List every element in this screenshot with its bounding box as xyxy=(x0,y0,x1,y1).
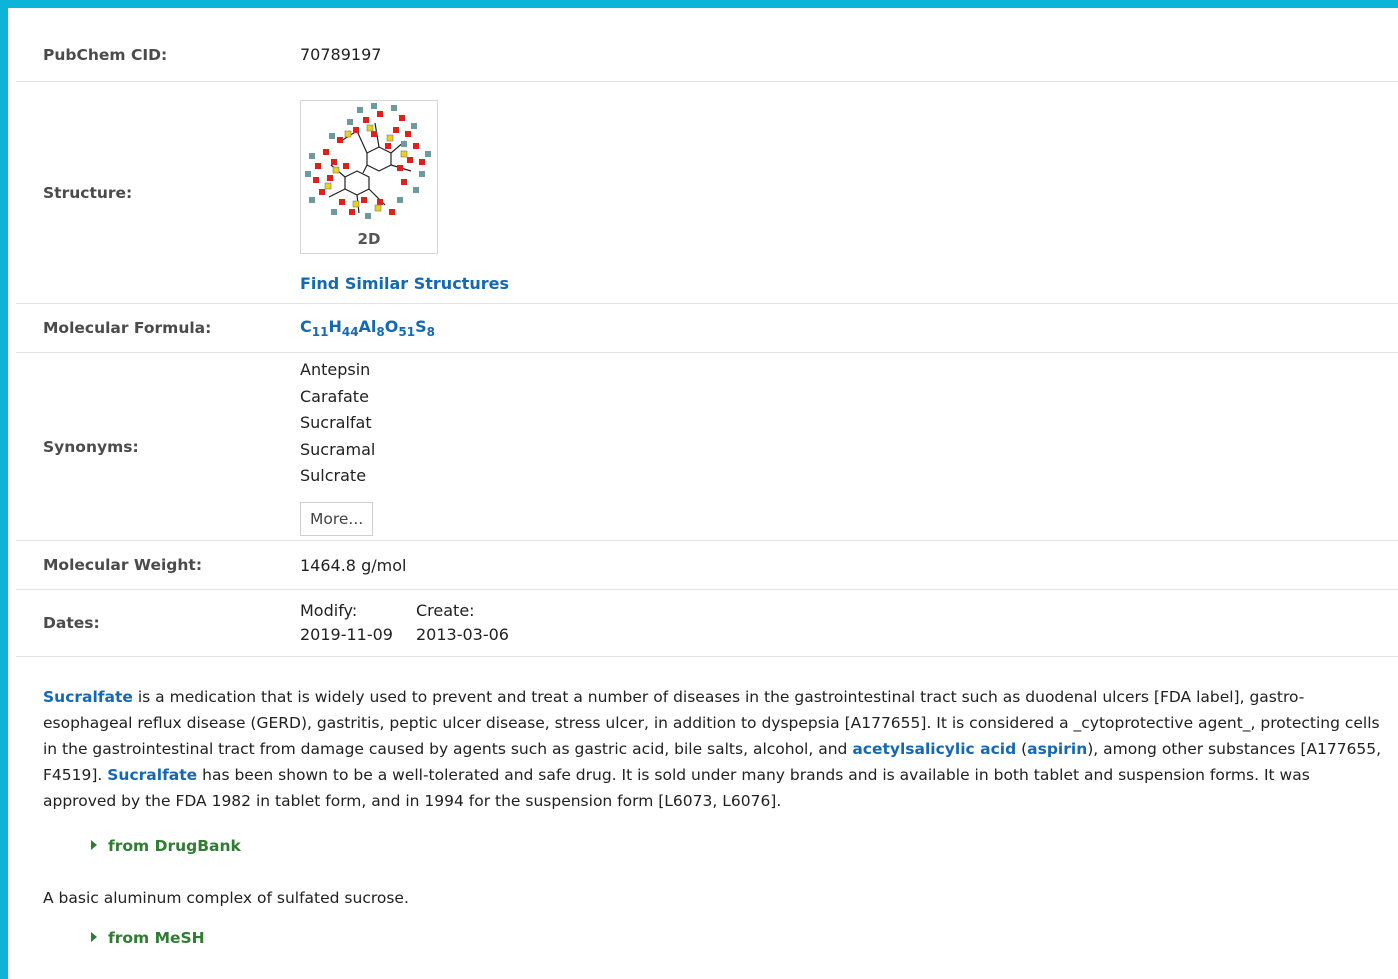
synonyms-label: Synonyms: xyxy=(43,437,139,456)
sucralfate-link-2[interactable]: Sucralfate xyxy=(107,766,197,784)
formula-element: S xyxy=(415,317,427,336)
cid-label: PubChem CID: xyxy=(43,45,168,64)
caret-right-icon xyxy=(91,840,97,850)
sucralfate-link[interactable]: Sucralfate xyxy=(43,688,133,706)
row-molecular-weight: Molecular Weight: 1464.8 g/mol xyxy=(16,541,1398,590)
formula-element: Al xyxy=(358,317,377,336)
description-text: has been shown to be a well-tolerated an… xyxy=(43,766,1310,810)
structure-thumbnail[interactable]: 2D xyxy=(300,100,438,254)
row-synonyms: Synonyms: Antepsin Carafate Sucralfat Su… xyxy=(16,353,1398,541)
formula-label: Molecular Formula: xyxy=(43,319,212,337)
molecular-formula-link[interactable]: C11H44Al8O51S8 xyxy=(300,317,435,339)
cid-value: 70789197 xyxy=(300,45,382,64)
create-label: Create: xyxy=(416,601,475,620)
dates-label: Dates: xyxy=(43,614,100,632)
mw-label: Molecular Weight: xyxy=(43,556,203,574)
dates-grid: Modify: Create: 2019-11-09 2013-03-06 xyxy=(300,600,1398,646)
description-text: ( xyxy=(1016,740,1028,758)
row-pubchem-cid: PubChem CID: 70789197 xyxy=(16,28,1398,82)
find-similar-structures-link[interactable]: Find Similar Structures xyxy=(300,274,509,293)
aspirin-link[interactable]: aspirin xyxy=(1027,740,1087,758)
structure-cell: 2D Find Similar Structures xyxy=(300,92,1398,293)
synonyms-list: Antepsin Carafate Sucralfat Sucramal Sul… xyxy=(300,357,1398,490)
summary-table: PubChem CID: 70789197 Structure: 2D Find… xyxy=(16,28,1398,657)
formula-subscript: 8 xyxy=(426,325,435,339)
dates-cell: Modify: Create: 2019-11-09 2013-03-06 xyxy=(300,600,1398,646)
create-date: 2013-03-06 xyxy=(416,625,509,644)
formula-element: H xyxy=(328,317,342,336)
drugbank-description: Sucralfate is a medication that is widel… xyxy=(43,684,1383,814)
formula-subscript: 44 xyxy=(341,325,359,339)
synonym-item: Sucramal xyxy=(300,439,376,459)
formula-cell: C11H44Al8O51S8 xyxy=(300,317,1398,339)
row-structure: Structure: 2D Find Similar Structures xyxy=(16,82,1398,304)
source-drugbank-toggle[interactable]: from DrugBank xyxy=(91,837,241,855)
formula-element: O xyxy=(384,317,399,336)
mesh-description: A basic aluminum complex of sulfated suc… xyxy=(43,889,409,907)
formula-subscript: 8 xyxy=(376,325,385,339)
modify-label: Modify: xyxy=(300,601,358,620)
structure-2d-caption: 2D xyxy=(357,230,381,248)
more-synonyms-button[interactable]: More... xyxy=(300,501,374,536)
caret-right-icon xyxy=(91,932,97,942)
synonym-item: Carafate xyxy=(300,386,369,406)
formula-subscript: 51 xyxy=(398,325,416,339)
source-label: from MeSH xyxy=(108,929,205,947)
row-molecular-formula: Molecular Formula: C11H44Al8O51S8 xyxy=(16,304,1398,353)
source-mesh-toggle[interactable]: from MeSH xyxy=(91,929,205,947)
acetylsalicylic-acid-link[interactable]: acetylsalicylic acid xyxy=(852,740,1016,758)
formula-element: C xyxy=(300,317,312,336)
synonym-item: Sucralfat xyxy=(300,413,372,433)
compound-summary-panel: PubChem CID: 70789197 Structure: 2D Find… xyxy=(0,0,1398,979)
synonym-item: Antepsin xyxy=(300,360,371,380)
synonyms-cell: Antepsin Carafate Sucralfat Sucramal Sul… xyxy=(300,357,1398,536)
synonym-item: Sulcrate xyxy=(300,466,367,486)
mw-value: 1464.8 g/mol xyxy=(300,555,407,575)
structure-label: Structure: xyxy=(43,183,133,202)
source-label: from DrugBank xyxy=(108,837,241,855)
molecule-2d-image xyxy=(305,103,431,219)
row-dates: Dates: Modify: Create: 2019-11-09 2013-0… xyxy=(16,590,1398,657)
modify-date: 2019-11-09 xyxy=(300,625,393,644)
formula-subscript: 11 xyxy=(311,325,329,339)
